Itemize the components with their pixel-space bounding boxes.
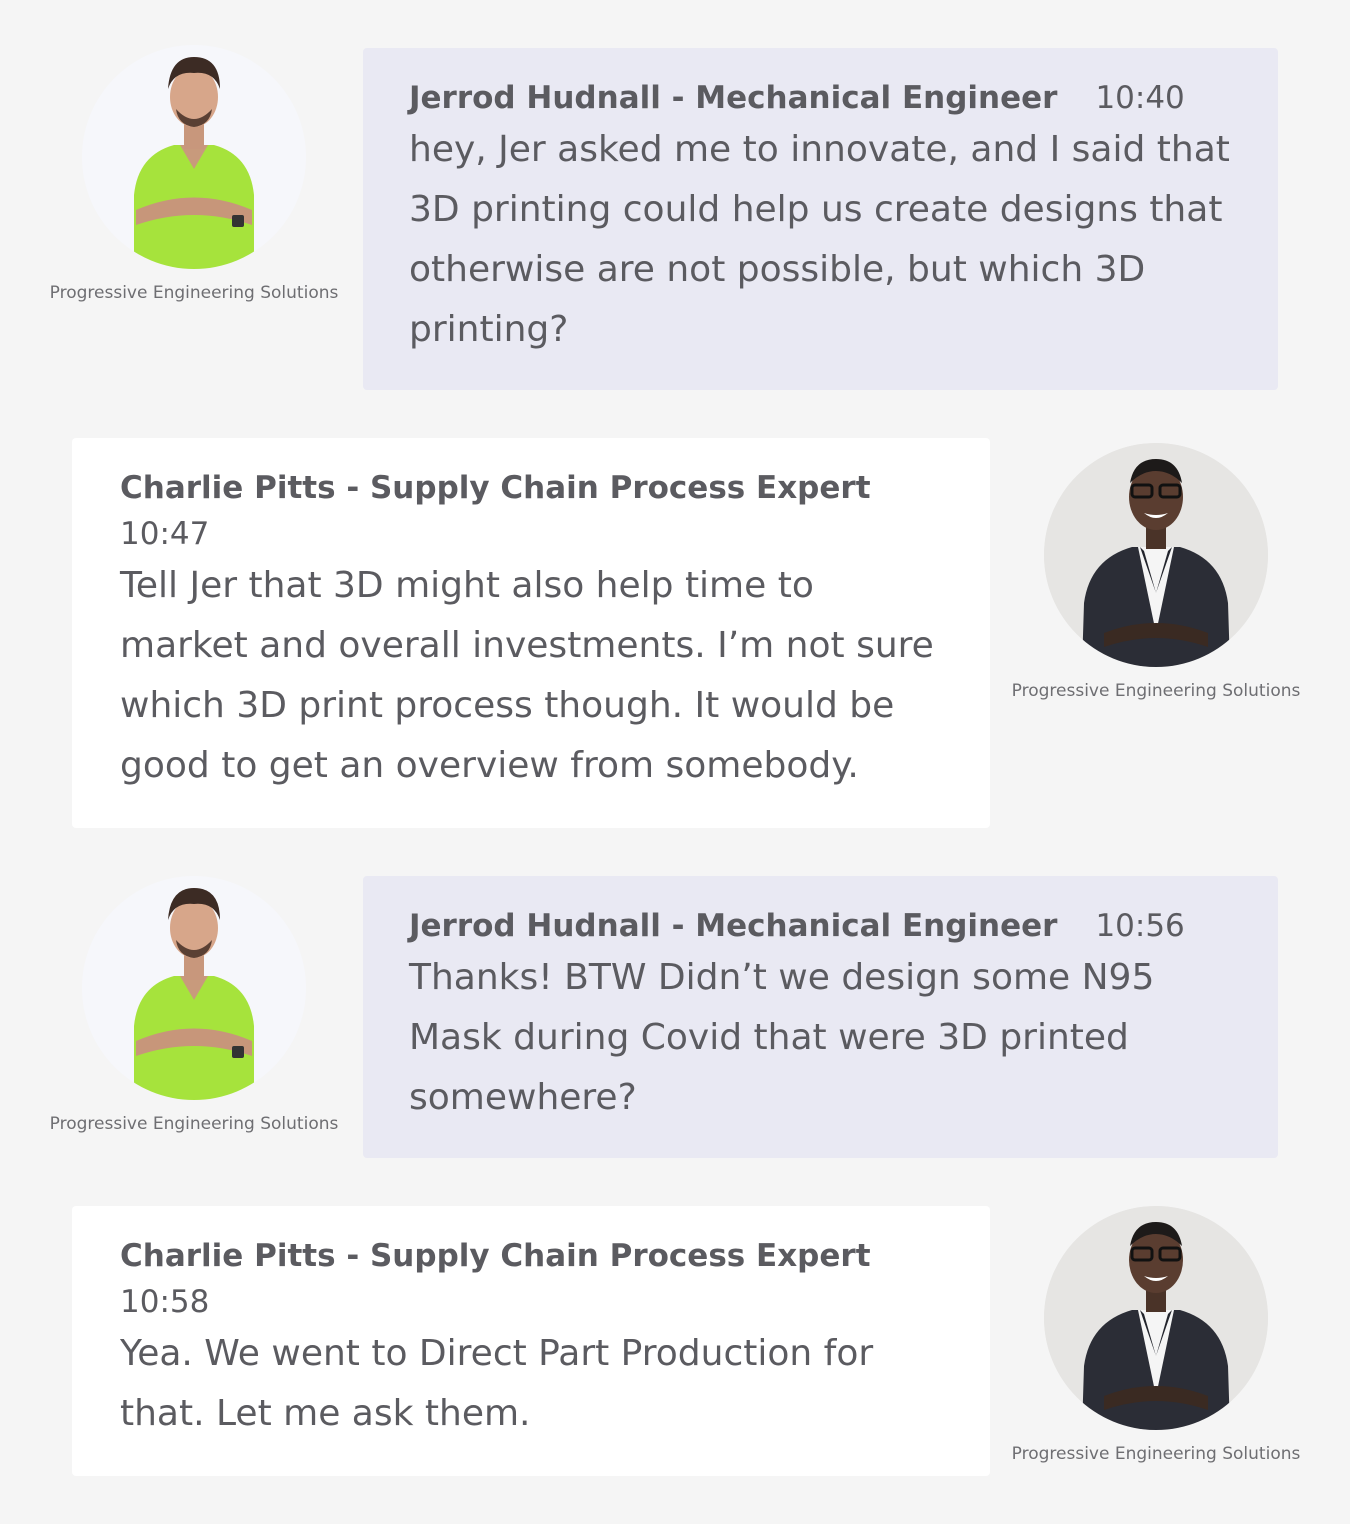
message-header: Charlie Pitts - Supply Chain Process Exp…: [120, 1236, 950, 1276]
avatar[interactable]: [82, 45, 306, 269]
message-bubble: Jerrod Hudnall - Mechanical Engineer 10:4…: [363, 48, 1278, 390]
message-header: Jerrod Hudnall - Mechanical Engineer 10:4…: [409, 78, 1238, 118]
org-label: Progressive Engineering Solutions: [1011, 681, 1301, 701]
message-1-sender: Progressive Engineering Solutions: [44, 45, 344, 303]
message-4-sender: Progressive Engineering Solutions: [1006, 1206, 1306, 1464]
man-green-polo-avatar-icon: [82, 876, 306, 1100]
message-text: Thanks! BTW Didn’t we design some N95 Ma…: [409, 957, 1155, 1118]
message-3-sender: Progressive Engineering Solutions: [44, 876, 344, 1134]
message-time: 10:40: [1095, 80, 1185, 116]
message-text: hey, Jer asked me to innovate, and I sai…: [409, 129, 1230, 350]
sender-name: Charlie Pitts - Supply Chain Process Exp…: [120, 1238, 871, 1274]
avatar[interactable]: [82, 876, 306, 1100]
message-header: Charlie Pitts - Supply Chain Process Exp…: [120, 468, 950, 508]
org-label: Progressive Engineering Solutions: [1011, 1444, 1301, 1464]
message-bubble: Charlie Pitts - Supply Chain Process Exp…: [72, 1206, 990, 1476]
message-time: 10:58: [120, 1284, 210, 1320]
message-bubble: Jerrod Hudnall - Mechanical Engineer 10:5…: [363, 876, 1278, 1158]
message-2-sender: Progressive Engineering Solutions: [1006, 443, 1306, 701]
message-bubble: Charlie Pitts - Supply Chain Process Exp…: [72, 438, 990, 828]
message-text: Yea. We went to Direct Part Production f…: [120, 1333, 874, 1434]
message-time: 10:47: [120, 516, 210, 552]
message-header: Jerrod Hudnall - Mechanical Engineer 10:5…: [409, 906, 1238, 946]
man-green-polo-avatar-icon: [82, 45, 306, 269]
sender-name: Jerrod Hudnall - Mechanical Engineer: [409, 908, 1058, 944]
man-suit-glasses-avatar-icon: [1044, 443, 1268, 667]
avatar[interactable]: [1044, 443, 1268, 667]
man-suit-glasses-avatar-icon: [1044, 1206, 1268, 1430]
org-label: Progressive Engineering Solutions: [49, 283, 339, 303]
org-label: Progressive Engineering Solutions: [49, 1114, 339, 1134]
sender-name: Jerrod Hudnall - Mechanical Engineer: [409, 80, 1058, 116]
message-time: 10:56: [1095, 908, 1185, 944]
sender-name: Charlie Pitts - Supply Chain Process Exp…: [120, 470, 871, 506]
avatar[interactable]: [1044, 1206, 1268, 1430]
message-text: Tell Jer that 3D might also help time to…: [120, 565, 934, 786]
